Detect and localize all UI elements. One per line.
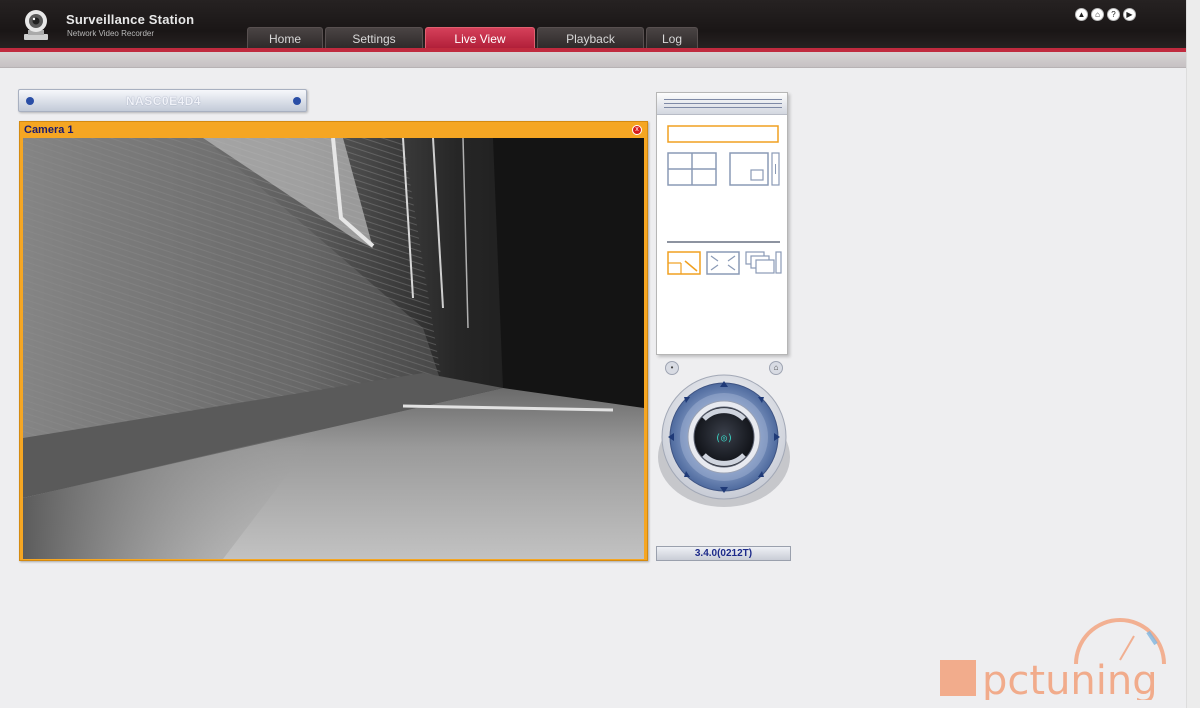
server-name: NASC0E4D4 — [125, 94, 202, 108]
pctuning-watermark: pctuning — [940, 618, 1166, 700]
picture-in-picture-layout-icon[interactable] — [729, 152, 781, 186]
camera-title: Camera 1 — [24, 124, 74, 136]
camera-logo-icon — [24, 10, 48, 40]
tab-log[interactable]: Log — [646, 27, 698, 49]
layout-divider — [667, 241, 780, 243]
svg-text:(◎): (◎) — [715, 433, 733, 444]
multiple-windows-icon[interactable] — [745, 251, 782, 275]
quad-view-layout-icon[interactable] — [667, 152, 717, 186]
server-right-dot-icon — [293, 97, 301, 105]
logout-icon[interactable]: ▲ — [1075, 8, 1088, 21]
version-label: 3.4.0(0212T) — [656, 546, 791, 561]
app-subtitle: Network Video Recorder — [67, 29, 155, 38]
zoom-to-selection-icon[interactable] — [667, 251, 701, 275]
tab-live-view[interactable]: Live View — [425, 27, 535, 49]
tab-playback[interactable]: Playback — [537, 27, 644, 49]
main-tabs: Home Settings Live View Playback Log — [247, 27, 698, 49]
watermark-text: pctuning — [982, 658, 1158, 700]
help-icon[interactable]: ? — [1107, 8, 1120, 21]
home-icon[interactable]: ⌂ — [1091, 8, 1104, 21]
camera-close-icon[interactable]: x — [632, 125, 642, 135]
header-subbar — [0, 52, 1186, 68]
ptz-control: • ⌂ (◎) — [656, 357, 790, 512]
fit-to-window-icon[interactable] — [706, 251, 740, 275]
camera-panel[interactable]: Camera 1 x — [19, 121, 648, 561]
single-view-layout-icon[interactable] — [667, 125, 779, 143]
server-bar[interactable]: NASC0E4D4 — [18, 89, 307, 112]
page-scrollbar[interactable] — [1186, 0, 1200, 708]
top-icon-bar: ▲ ⌂ ? ▶ — [1075, 8, 1136, 21]
app-title: Surveillance Station — [66, 12, 195, 27]
forward-icon[interactable]: ▶ — [1123, 8, 1136, 21]
layout-panel-header — [657, 93, 787, 115]
camera-video-feed[interactable] — [23, 138, 644, 559]
app-header: Surveillance Station Network Video Recor… — [0, 0, 1200, 52]
layout-panel — [656, 92, 788, 355]
tab-home[interactable]: Home — [247, 27, 323, 49]
ptz-dial[interactable]: (◎) — [656, 367, 790, 512]
tab-settings[interactable]: Settings — [325, 27, 423, 49]
